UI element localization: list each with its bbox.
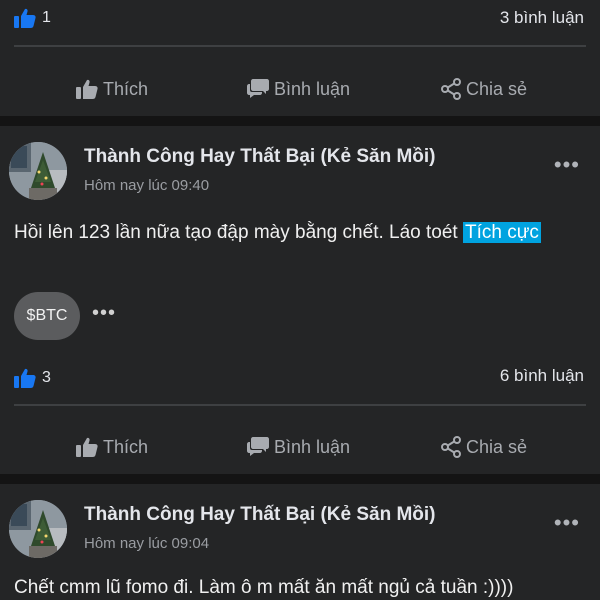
thumbs-up-icon bbox=[76, 79, 98, 99]
reaction-stats: 3 6 bình luận bbox=[0, 364, 600, 404]
post-text: Hồi lên 123 lần nữa tạo đập mày bằng chế… bbox=[14, 221, 588, 245]
more-icon[interactable]: ••• bbox=[554, 152, 580, 178]
like-label: Thích bbox=[103, 78, 149, 99]
like-label: Thích bbox=[103, 436, 149, 457]
like-count: 3 bbox=[42, 369, 51, 386]
more-icon[interactable]: ••• bbox=[554, 510, 580, 536]
ticker-tag[interactable]: $BTC bbox=[14, 292, 80, 340]
divider bbox=[14, 404, 586, 406]
post-timestamp[interactable]: Hôm nay lúc 09:04 bbox=[84, 535, 209, 552]
comment-label: Bình luận bbox=[274, 436, 351, 457]
post-actions: Thích Bình luận Chia sẻ bbox=[0, 66, 600, 112]
comment-icon bbox=[247, 437, 269, 456]
share-icon bbox=[441, 436, 461, 458]
post-body: Hồi lên 123 lần nữa tạo đập mày bằng chế… bbox=[14, 222, 463, 243]
more-tickers-icon[interactable]: ••• bbox=[92, 302, 116, 325]
thumbs-up-icon bbox=[14, 8, 36, 28]
post-card: Thành Công Hay Thất Bại (Kẻ Săn Mồi) Hôm… bbox=[0, 484, 600, 600]
reaction-stats: 1 3 bình luận bbox=[0, 0, 600, 40]
avatar[interactable] bbox=[9, 500, 67, 558]
post-header: Thành Công Hay Thất Bại (Kẻ Săn Mồi) Hôm… bbox=[0, 500, 600, 570]
author-name[interactable]: Thành Công Hay Thất Bại (Kẻ Săn Mồi) bbox=[84, 146, 436, 168]
comment-count[interactable]: 6 bình luận bbox=[500, 366, 584, 386]
like-button[interactable]: Thích bbox=[76, 66, 148, 112]
share-icon bbox=[441, 78, 461, 100]
comment-count[interactable]: 3 bình luận bbox=[500, 8, 584, 28]
thumbs-up-icon bbox=[14, 368, 36, 388]
post-timestamp[interactable]: Hôm nay lúc 09:40 bbox=[84, 177, 209, 194]
previous-post-card: 1 3 bình luận Thích Bình luận Chia sẻ bbox=[0, 0, 600, 116]
avatar[interactable] bbox=[9, 142, 67, 200]
comment-icon bbox=[247, 79, 269, 98]
comment-button[interactable]: Bình luận bbox=[247, 424, 350, 470]
like-count-button[interactable]: 3 bbox=[14, 368, 51, 388]
post-header: Thành Công Hay Thất Bại (Kẻ Săn Mồi) Hôm… bbox=[0, 142, 600, 212]
thumbs-up-icon bbox=[76, 437, 98, 457]
share-button[interactable]: Chia sẻ bbox=[441, 66, 527, 112]
divider bbox=[14, 45, 586, 47]
like-count: 1 bbox=[42, 9, 51, 26]
share-label: Chia sẻ bbox=[466, 78, 528, 99]
like-count-button[interactable]: 1 bbox=[14, 8, 51, 28]
share-label: Chia sẻ bbox=[466, 436, 528, 457]
comment-label: Bình luận bbox=[274, 78, 351, 99]
post-actions: Thích Bình luận Chia sẻ bbox=[0, 424, 600, 470]
post-text: Chết cmm lũ fomo đi. Làm ô m mất ăn mất … bbox=[14, 577, 514, 598]
author-name[interactable]: Thành Công Hay Thất Bại (Kẻ Săn Mồi) bbox=[84, 504, 436, 526]
sentiment-tag[interactable]: Tích cực bbox=[462, 222, 541, 243]
like-button[interactable]: Thích bbox=[76, 424, 148, 470]
share-button[interactable]: Chia sẻ bbox=[441, 424, 527, 470]
post-card: Thành Công Hay Thất Bại (Kẻ Săn Mồi) Hôm… bbox=[0, 126, 600, 474]
comment-button[interactable]: Bình luận bbox=[247, 66, 350, 112]
